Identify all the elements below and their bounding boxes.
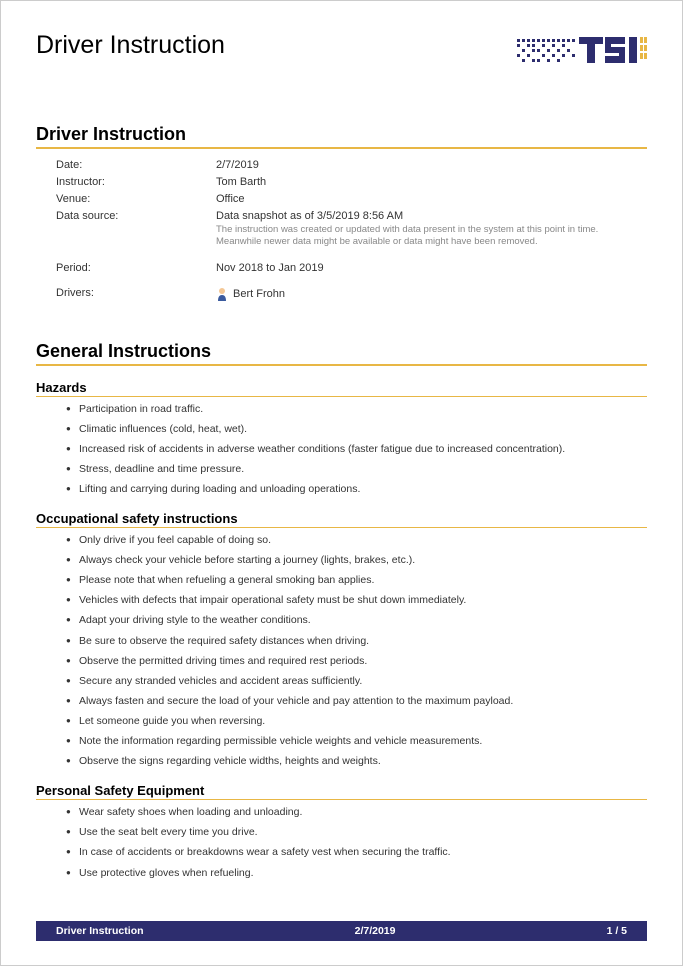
value-datasource: Data snapshot as of 3/5/2019 8:56 AM The… <box>216 210 647 249</box>
footer-right: 1 / 5 <box>607 925 627 937</box>
value-instructor: Tom Barth <box>216 176 647 188</box>
list-item: Increased risk of accidents in adverse w… <box>66 443 647 457</box>
label-period: Period: <box>56 262 216 274</box>
safety-list: Only drive if you feel capable of doing … <box>66 534 647 769</box>
list-item: Adapt your driving style to the weather … <box>66 614 647 628</box>
list-item: Observe the permitted driving times and … <box>66 655 647 669</box>
list-item: Participation in road traffic. <box>66 403 647 417</box>
footer: Driver Instruction 2/7/2019 1 / 5 <box>36 921 647 941</box>
list-item: Always fasten and secure the load of you… <box>66 695 647 709</box>
person-icon <box>216 287 228 301</box>
info-table: Date: 2/7/2019 Instructor: Tom Barth Ven… <box>56 159 647 301</box>
list-item: Only drive if you feel capable of doing … <box>66 534 647 548</box>
info-row-instructor: Instructor: Tom Barth <box>56 176 647 188</box>
list-item: Always check your vehicle before startin… <box>66 554 647 568</box>
value-period: Nov 2018 to Jan 2019 <box>216 262 647 274</box>
subsection-hazards: Hazards <box>36 380 647 397</box>
footer-left: Driver Instruction <box>56 925 144 937</box>
list-item: Note the information regarding permissib… <box>66 735 647 749</box>
footer-center: 2/7/2019 <box>355 925 396 937</box>
list-item: Secure any stranded vehicles and acciden… <box>66 675 647 689</box>
list-item: Wear safety shoes when loading and unloa… <box>66 806 647 820</box>
datasource-value-text: Data snapshot as of 3/5/2019 8:56 AM <box>216 210 647 222</box>
label-datasource: Data source: <box>56 210 216 249</box>
list-item: Use protective gloves when refueling. <box>66 867 647 881</box>
section-title-driver-instruction: Driver Instruction <box>36 124 647 149</box>
label-venue: Venue: <box>56 193 216 205</box>
pse-list: Wear safety shoes when loading and unloa… <box>66 806 647 880</box>
list-item: Please note that when refueling a genera… <box>66 574 647 588</box>
list-item: Use the seat belt every time you drive. <box>66 826 647 840</box>
document-header: Driver Instruction <box>36 31 647 74</box>
list-item: Stress, deadline and time pressure. <box>66 463 647 477</box>
list-item: Vehicles with defects that impair operat… <box>66 594 647 608</box>
value-drivers: Bert Frohn <box>216 287 647 301</box>
info-row-venue: Venue: Office <box>56 193 647 205</box>
section-title-general: General Instructions <box>36 341 647 366</box>
driver-name: Bert Frohn <box>233 288 285 300</box>
value-venue: Office <box>216 193 647 205</box>
label-instructor: Instructor: <box>56 176 216 188</box>
list-item: Observe the signs regarding vehicle widt… <box>66 755 647 769</box>
label-drivers: Drivers: <box>56 287 216 301</box>
subsection-safety: Occupational safety instructions <box>36 511 647 528</box>
info-row-period: Period: Nov 2018 to Jan 2019 <box>56 262 647 274</box>
logo <box>517 31 647 74</box>
info-row-datasource: Data source: Data snapshot as of 3/5/201… <box>56 210 647 249</box>
datasource-note: The instruction was created or updated w… <box>216 224 616 249</box>
info-row-date: Date: 2/7/2019 <box>56 159 647 171</box>
list-item: Let someone guide you when reversing. <box>66 715 647 729</box>
subsection-pse: Personal Safety Equipment <box>36 783 647 800</box>
value-date: 2/7/2019 <box>216 159 647 171</box>
label-date: Date: <box>56 159 216 171</box>
list-item: Lifting and carrying during loading and … <box>66 483 647 497</box>
info-row-drivers: Drivers: Bert Frohn <box>56 287 647 301</box>
list-item: Be sure to observe the required safety d… <box>66 635 647 649</box>
list-item: Climatic influences (cold, heat, wet). <box>66 423 647 437</box>
hazards-list: Participation in road traffic. Climatic i… <box>66 403 647 497</box>
list-item: In case of accidents or breakdowns wear … <box>66 846 647 860</box>
main-title: Driver Instruction <box>36 31 225 60</box>
